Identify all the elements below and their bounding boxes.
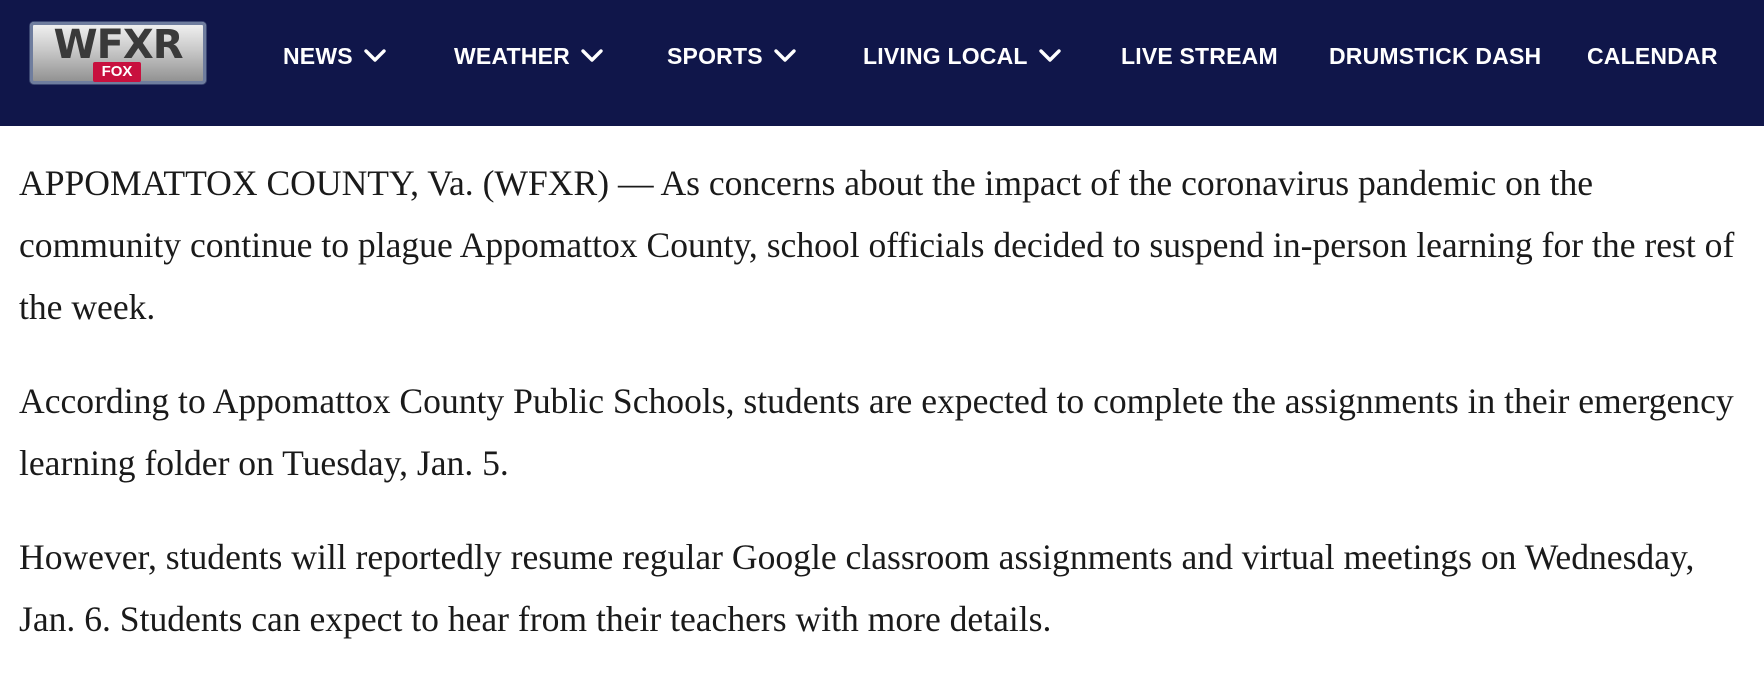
- nav-item-label: DRUMSTICK DASH: [1329, 42, 1542, 69]
- article-paragraph: According to Appomattox County Public Sc…: [19, 381, 1734, 483]
- nav-item-label: SPORTS: [667, 42, 763, 69]
- logo-badge: FOX: [93, 62, 141, 82]
- nav-item-label: NEWS: [283, 42, 353, 69]
- chevron-down-icon: [1038, 48, 1062, 64]
- chevron-down-icon: [580, 48, 604, 64]
- nav-item-sports[interactable]: SPORTS: [667, 38, 797, 74]
- nav-item-label: LIVE STREAM: [1121, 42, 1278, 69]
- nav-item-live-stream[interactable]: LIVE STREAM: [1121, 38, 1278, 74]
- site-header: WFXR FOX NEWS WEATHER SPORTS LIVING LOCA…: [0, 0, 1764, 126]
- wfxr-logo[interactable]: WFXR FOX: [30, 22, 206, 84]
- nav-item-drumstick-dash[interactable]: DRUMSTICK DASH: [1329, 38, 1541, 74]
- nav-item-label: LIVING LOCAL: [863, 42, 1028, 69]
- chevron-down-icon: [363, 48, 387, 64]
- nav-item-weather[interactable]: WEATHER: [454, 38, 604, 74]
- article-paragraph: APPOMATTOX COUNTY, Va. (WFXR) — As conce…: [19, 163, 1735, 327]
- chevron-down-icon: [773, 48, 797, 64]
- nav-item-calendar[interactable]: CALENDAR: [1587, 38, 1718, 74]
- article-paragraph: However, students will reportedly resume…: [19, 537, 1695, 639]
- nav-item-living-local[interactable]: LIVING LOCAL: [863, 38, 1062, 74]
- nav-item-news[interactable]: NEWS: [283, 38, 387, 74]
- nav-item-label: CALENDAR: [1587, 42, 1718, 69]
- article-body: APPOMATTOX COUNTY, Va. (WFXR) — As conce…: [19, 152, 1759, 682]
- nav-item-label: WEATHER: [454, 42, 570, 69]
